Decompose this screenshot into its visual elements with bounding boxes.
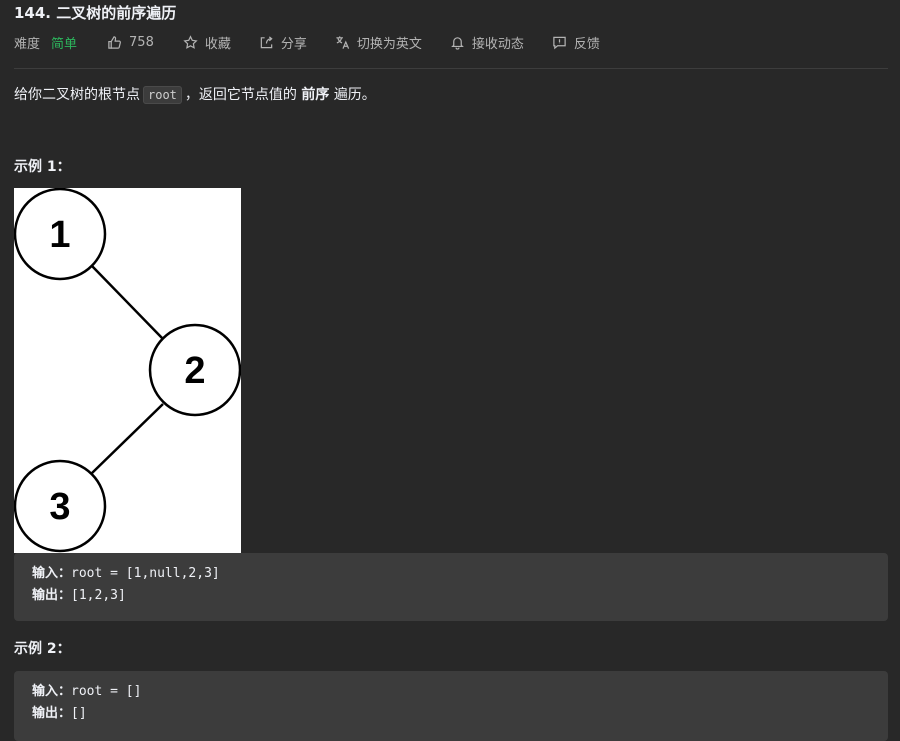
subscribe-button[interactable]: 接收动态: [450, 33, 524, 52]
example-2-input-row: 输入：root = []: [32, 681, 870, 703]
output-label: 输出：: [32, 706, 72, 721]
description-text: 给你二叉树的根节点: [14, 87, 140, 103]
favorite-label: 收藏: [204, 36, 231, 52]
favorite-button[interactable]: 收藏: [183, 33, 231, 52]
feedback-button[interactable]: 反馈: [552, 33, 600, 52]
problem-meta-bar: 难度 简单 758 收藏 分享 切换为英文 接收动态 反馈: [14, 32, 628, 52]
difficulty-badge: 简单: [51, 36, 78, 52]
example-2-title: 示例 2：: [14, 641, 71, 657]
like-count: 758: [129, 34, 154, 50]
like-button[interactable]: 758: [107, 35, 154, 50]
feedback-label: 反馈: [573, 36, 600, 52]
description-bold: 前序: [301, 87, 330, 103]
description-text: ，返回它节点值的: [184, 87, 297, 103]
bell-icon: [451, 36, 464, 50]
share-button[interactable]: 分享: [259, 33, 307, 52]
share-icon: [260, 35, 273, 48]
example-2-output-row: 输出：[]: [32, 703, 870, 725]
binary-tree-diagram: 1 2 3: [13, 187, 242, 553]
subscribe-label: 接收动态: [471, 36, 524, 52]
translate-icon: [336, 35, 350, 49]
output-value: [1,2,3]: [71, 588, 126, 603]
input-label: 输入：: [32, 684, 72, 699]
difficulty-label: 难度: [14, 36, 41, 52]
description-text: 遍历。: [333, 87, 376, 103]
inline-code-root: root: [143, 86, 182, 104]
switch-language-button[interactable]: 切换为英文: [335, 33, 422, 52]
output-value: []: [71, 706, 87, 721]
example-2-code-block: 输入：root = [] 输出：[]: [14, 671, 888, 741]
example-1-tree-image: 1 2 3: [13, 187, 242, 553]
share-label: 分享: [280, 36, 307, 52]
example-1-code-block: 输入：root = [1,null,2,3] 输出：[1,2,3]: [14, 553, 888, 621]
output-label: 输出：: [32, 588, 72, 603]
problem-page: 144. 二叉树的前序遍历 难度 简单 758 收藏 分享 切换为英文 接收动态…: [0, 0, 900, 741]
input-value: root = [1,null,2,3]: [71, 566, 220, 581]
tree-node-1-label: 1: [49, 214, 70, 256]
problem-description: 给你二叉树的根节点 root ，返回它节点值的 前序 遍历。: [14, 84, 376, 106]
tree-edge-2-3: [90, 403, 164, 475]
switch-language-label: 切换为英文: [356, 36, 422, 52]
tree-node-3-label: 3: [49, 486, 70, 528]
divider: [14, 68, 888, 69]
thumbs-up-icon: [108, 35, 121, 49]
tree-edge-1-2: [91, 265, 164, 340]
feedback-icon: [553, 36, 566, 49]
star-icon: [183, 34, 198, 49]
input-value: root = []: [71, 684, 142, 699]
example-1-input-row: 输入：root = [1,null,2,3]: [32, 563, 870, 585]
tree-node-2-label: 2: [184, 350, 205, 392]
problem-title: 144. 二叉树的前序遍历: [14, 4, 177, 22]
example-1-output-row: 输出：[1,2,3]: [32, 585, 870, 607]
input-label: 输入：: [32, 566, 72, 581]
example-1-title: 示例 1：: [14, 159, 71, 175]
